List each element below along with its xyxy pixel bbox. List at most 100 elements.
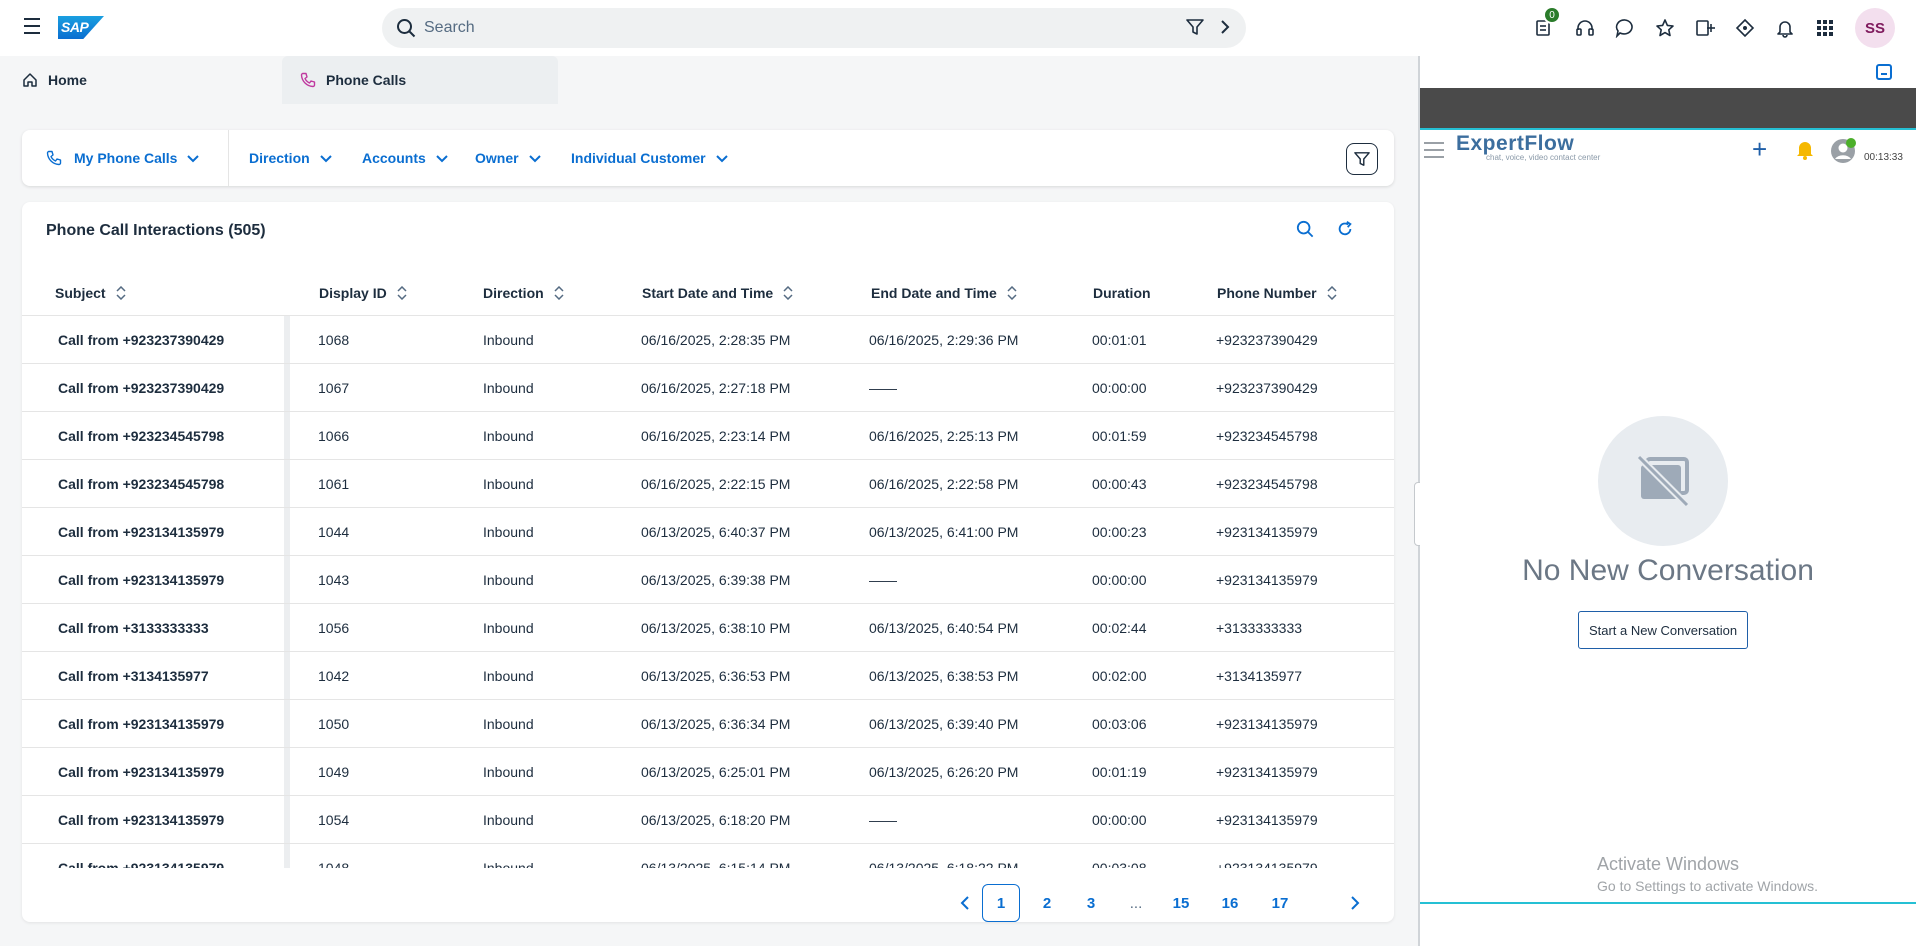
- phone-call-table-card: Phone Call Interactions (505) Subject Dis…: [22, 202, 1394, 922]
- cell-direction: Inbound: [483, 812, 534, 828]
- cell-subject[interactable]: Call from +923134135979: [58, 700, 224, 748]
- column-header-label: End Date and Time: [871, 285, 997, 301]
- table-row[interactable]: Call from +923234545798 1061 Inbound 06/16/…: [22, 460, 1394, 508]
- cell-subject[interactable]: Call from +923234545798: [58, 412, 224, 460]
- cell-start-date: 06/13/2025, 6:38:10 PM: [641, 620, 791, 636]
- apps-grid-icon[interactable]: [1805, 14, 1845, 42]
- add-icon[interactable]: +: [1752, 136, 1767, 162]
- table-row[interactable]: Call from +3134135977 1042 Inbound 06/13/20…: [22, 652, 1394, 700]
- column-header-subject[interactable]: Subject: [55, 270, 126, 316]
- table-row[interactable]: Call from +923134135979 1049 Inbound 06/13/…: [22, 748, 1394, 796]
- table-row[interactable]: Call from +3133333333 1056 Inbound 06/13/20…: [22, 604, 1394, 652]
- search-go-icon[interactable]: [1218, 20, 1232, 37]
- table-row[interactable]: Call from +923237390429 1067 Inbound 06/16/…: [22, 364, 1394, 412]
- start-conversation-button[interactable]: Start a New Conversation: [1578, 611, 1748, 649]
- page-button[interactable]: 2: [1028, 884, 1066, 922]
- table-row[interactable]: Call from +923134135979 1043 Inbound 06/13/…: [22, 556, 1394, 604]
- table-row[interactable]: Call from +923237390429 1068 Inbound 06/16/…: [22, 316, 1394, 364]
- headset-icon[interactable]: [1565, 14, 1605, 42]
- cell-subject[interactable]: Call from +923237390429: [58, 364, 224, 412]
- page-button[interactable]: 1: [982, 884, 1020, 922]
- table-row[interactable]: Call from +923134135979 1044 Inbound 06/13/…: [22, 508, 1394, 556]
- table-row[interactable]: Call from +923134135979 1054 Inbound 06/13/…: [22, 796, 1394, 844]
- column-header-label: Start Date and Time: [642, 285, 774, 301]
- sort-icon[interactable]: [1007, 286, 1017, 300]
- tab-phone-calls[interactable]: Phone Calls: [282, 56, 558, 104]
- page-button[interactable]: 3: [1072, 884, 1110, 922]
- no-conversation-icon: [1598, 416, 1728, 546]
- panel-accent-line: [1420, 128, 1916, 130]
- cell-subject[interactable]: Call from +923134135979: [58, 844, 224, 868]
- cell-subject[interactable]: Call from +923237390429: [58, 316, 224, 364]
- column-header-label: Subject: [55, 285, 106, 301]
- diamond-icon[interactable]: [1725, 14, 1765, 42]
- queue-icon[interactable]: 0: [1525, 6, 1565, 42]
- column-header-start-date[interactable]: Start Date and Time: [642, 270, 793, 316]
- column-header-display-id[interactable]: Display ID: [319, 270, 407, 316]
- filter-accounts[interactable]: Accounts: [362, 130, 448, 186]
- filter-direction-label: Direction: [249, 150, 310, 166]
- chat-icon[interactable]: [1605, 14, 1645, 42]
- sort-icon[interactable]: [554, 286, 564, 300]
- cell-subject[interactable]: Call from +923134135979: [58, 796, 224, 844]
- cell-subject[interactable]: Call from +3133333333: [58, 604, 209, 652]
- prev-page-icon[interactable]: [946, 884, 984, 922]
- filter-owner-label: Owner: [475, 150, 519, 166]
- cell-subject[interactable]: Call from +923134135979: [58, 508, 224, 556]
- cell-duration: 00:00:00: [1092, 572, 1147, 588]
- cell-display-id: 1054: [318, 812, 350, 828]
- filter-individual-customer[interactable]: Individual Customer: [571, 130, 728, 186]
- column-header-phone-number[interactable]: Phone Number: [1217, 270, 1337, 316]
- cell-direction: Inbound: [483, 620, 534, 636]
- minimize-icon[interactable]: [1876, 64, 1892, 80]
- sort-icon[interactable]: [397, 286, 407, 300]
- filter-button[interactable]: [1346, 143, 1378, 175]
- sap-logo[interactable]: SAP: [58, 16, 104, 39]
- empty-state-title: No New Conversation: [1522, 554, 1814, 587]
- expertflow-menu-icon[interactable]: [1424, 142, 1444, 163]
- next-page-icon[interactable]: [1336, 884, 1374, 922]
- search-filter-icon[interactable]: [1186, 18, 1204, 39]
- cell-subject[interactable]: Call from +923134135979: [58, 556, 224, 604]
- cell-direction: Inbound: [483, 332, 534, 348]
- view-selector[interactable]: My Phone Calls: [46, 130, 200, 186]
- page-button[interactable]: 17: [1261, 884, 1299, 922]
- filter-direction[interactable]: Direction: [249, 130, 332, 186]
- refresh-icon[interactable]: [1334, 218, 1356, 240]
- column-header-duration[interactable]: Duration: [1093, 270, 1151, 316]
- cell-phone-number: +923237390429: [1216, 332, 1318, 348]
- page-button[interactable]: 16: [1211, 884, 1249, 922]
- cell-duration: 00:00:00: [1092, 812, 1147, 828]
- table-row[interactable]: Call from +923134135979 1050 Inbound 06/13/…: [22, 700, 1394, 748]
- cell-subject[interactable]: Call from +923134135979: [58, 748, 224, 796]
- expertflow-panel: ExpertFlow chat, voice, video contact ce…: [1420, 56, 1916, 946]
- search-input[interactable]: [424, 16, 1124, 40]
- cell-phone-number: +923234545798: [1216, 476, 1318, 492]
- sort-icon[interactable]: [1327, 286, 1337, 300]
- cell-subject[interactable]: Call from +3134135977: [58, 652, 209, 700]
- cell-display-id: 1048: [318, 860, 350, 868]
- table-row[interactable]: Call from +923134135979 1048 Inbound 06/13/…: [22, 844, 1394, 868]
- cell-duration: 00:00:23: [1092, 524, 1147, 540]
- filter-individual-customer-label: Individual Customer: [571, 150, 706, 166]
- column-header-direction[interactable]: Direction: [483, 270, 564, 316]
- sort-icon[interactable]: [116, 286, 126, 300]
- cell-subject[interactable]: Call from +923234545798: [58, 460, 224, 508]
- table-search-icon[interactable]: [1294, 218, 1316, 240]
- page-button[interactable]: 15: [1162, 884, 1200, 922]
- table-row[interactable]: Call from +923234545798 1066 Inbound 06/16/…: [22, 412, 1394, 460]
- view-selector-label: My Phone Calls: [74, 150, 178, 166]
- tab-home[interactable]: Home: [0, 56, 280, 104]
- filter-owner[interactable]: Owner: [475, 130, 541, 186]
- bell-icon[interactable]: [1765, 14, 1805, 42]
- menu-icon[interactable]: [24, 18, 44, 36]
- create-icon[interactable]: [1685, 14, 1725, 42]
- sort-icon[interactable]: [783, 286, 793, 300]
- cell-end-date: 06/13/2025, 6:26:20 PM: [869, 764, 1019, 780]
- search-icon[interactable]: [396, 18, 416, 41]
- shell-bar: SAP 0: [0, 0, 1916, 56]
- expertflow-bell-icon[interactable]: [1796, 140, 1814, 163]
- star-icon[interactable]: [1645, 14, 1685, 42]
- column-header-end-date[interactable]: End Date and Time: [871, 270, 1017, 316]
- user-avatar[interactable]: SS: [1855, 8, 1895, 48]
